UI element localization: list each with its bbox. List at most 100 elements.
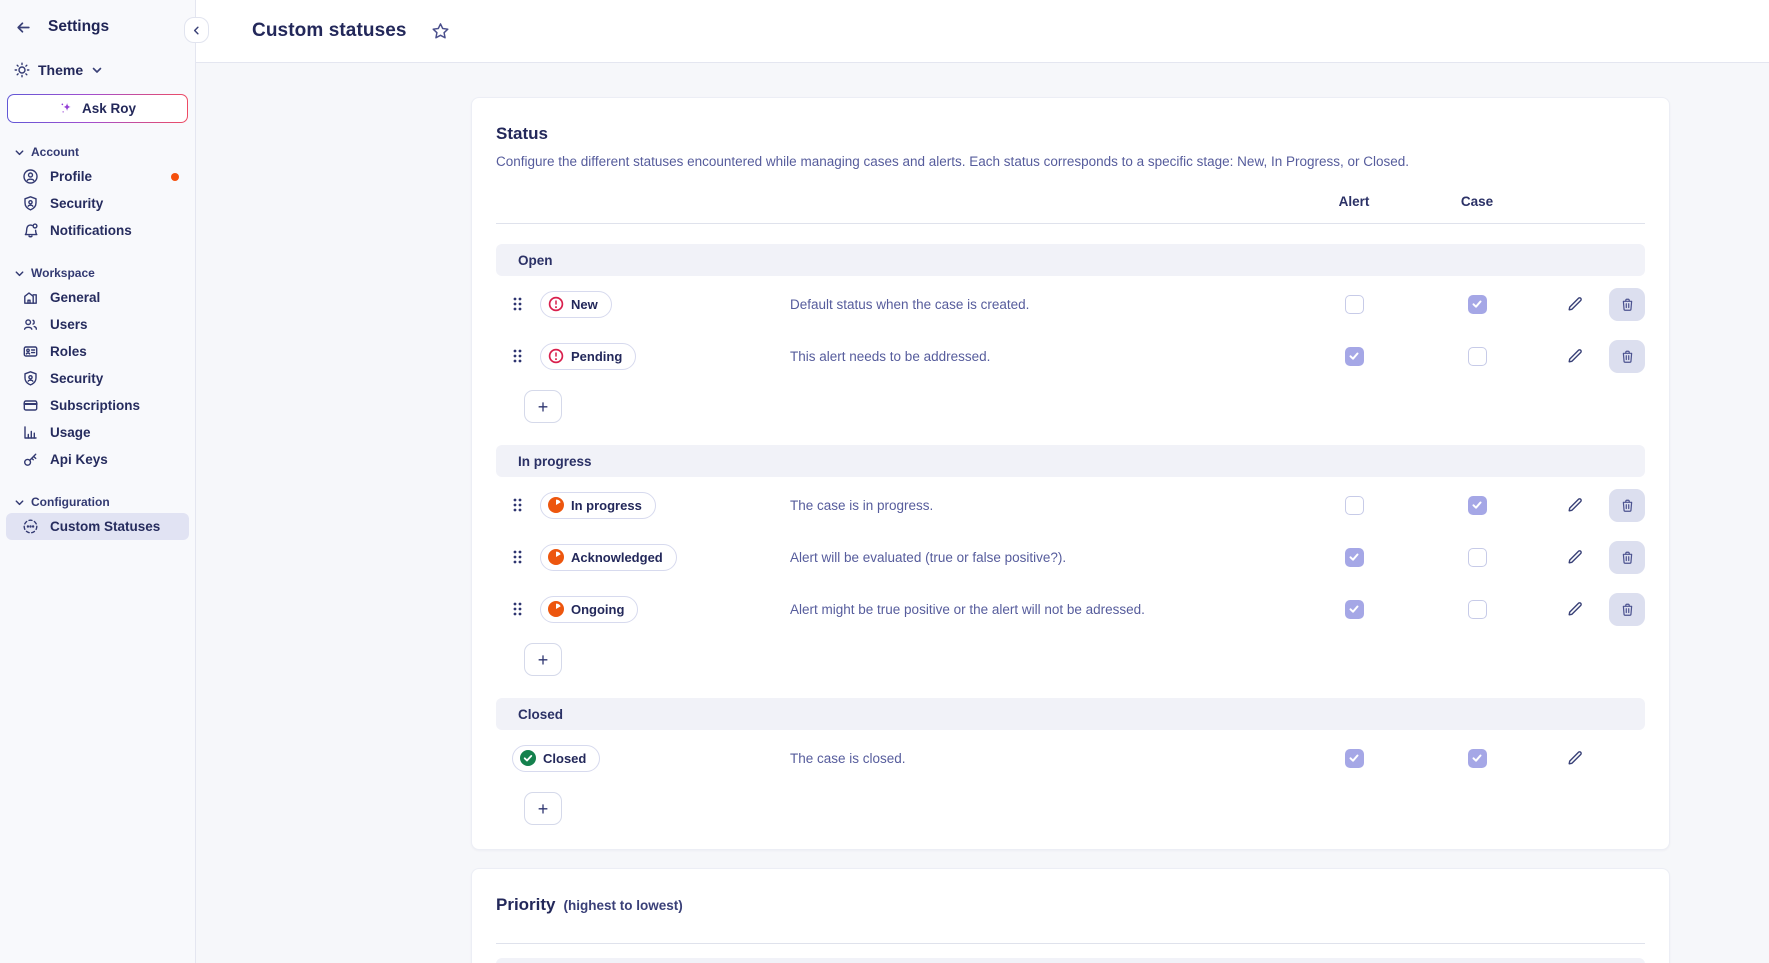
status-badge[interactable]: Pending bbox=[540, 343, 636, 370]
case-checkbox[interactable] bbox=[1468, 548, 1487, 567]
back-button[interactable] bbox=[15, 19, 32, 36]
collapse-sidebar-button[interactable] bbox=[184, 17, 209, 43]
priority-card-subtitle: (highest to lowest) bbox=[564, 898, 683, 913]
case-checkbox[interactable] bbox=[1468, 496, 1487, 515]
delete-status-button[interactable] bbox=[1609, 593, 1645, 626]
drag-handle-icon[interactable] bbox=[512, 601, 524, 617]
drag-handle-icon[interactable] bbox=[512, 497, 524, 513]
edit-status-button[interactable] bbox=[1566, 295, 1584, 313]
sidebar-item-label: Usage bbox=[50, 425, 91, 440]
notification-dot bbox=[171, 173, 179, 181]
delete-status-button[interactable] bbox=[1609, 340, 1645, 373]
status-circle-icon bbox=[22, 518, 39, 535]
sidebar-item-label: Custom Statuses bbox=[50, 519, 160, 534]
priority-divider bbox=[496, 943, 1645, 944]
status-row-ongoing: Ongoing Alert might be true positive or … bbox=[496, 585, 1645, 633]
status-row-acknowledged: Acknowledged Alert will be evaluated (tr… bbox=[496, 533, 1645, 581]
sidebar-title: Settings bbox=[48, 18, 109, 36]
settings-sidebar: Settings Theme Ask Roy Account Profile bbox=[0, 0, 196, 963]
trash-icon bbox=[1620, 349, 1635, 364]
status-card: Status Configure the different statuses … bbox=[471, 97, 1670, 850]
progress-pie-icon bbox=[548, 601, 564, 617]
sidebar-item-label: Api Keys bbox=[50, 452, 108, 467]
drag-handle-icon[interactable] bbox=[512, 549, 524, 565]
case-checkbox[interactable] bbox=[1468, 749, 1487, 768]
credit-card-icon bbox=[22, 397, 39, 414]
add-status-button-closed[interactable]: + bbox=[524, 792, 562, 825]
section-label: Account bbox=[31, 145, 79, 159]
sidebar-item-users[interactable]: Users bbox=[6, 311, 189, 338]
alert-checkbox[interactable] bbox=[1345, 347, 1364, 366]
section-toggle-account[interactable]: Account bbox=[0, 141, 195, 163]
group-header-open: Open bbox=[496, 244, 1645, 276]
case-checkbox[interactable] bbox=[1468, 347, 1487, 366]
users-icon bbox=[22, 316, 39, 333]
edit-status-button[interactable] bbox=[1566, 347, 1584, 365]
status-badge[interactable]: Acknowledged bbox=[540, 544, 677, 571]
group-header-closed: Closed bbox=[496, 698, 1645, 730]
delete-status-button[interactable] bbox=[1609, 541, 1645, 574]
column-header-alert: Alert bbox=[1294, 194, 1414, 209]
group-header-in-progress: In progress bbox=[496, 445, 1645, 477]
sidebar-item-security-workspace[interactable]: Security bbox=[6, 365, 189, 392]
drag-handle-icon[interactable] bbox=[512, 296, 524, 312]
sidebar-item-profile[interactable]: Profile bbox=[6, 163, 189, 190]
bar-chart-icon bbox=[22, 424, 39, 441]
sidebar-item-label: Notifications bbox=[50, 223, 132, 238]
trash-icon bbox=[1620, 602, 1635, 617]
alert-checkbox[interactable] bbox=[1345, 295, 1364, 314]
status-card-description: Configure the different statuses encount… bbox=[496, 154, 1645, 169]
status-row-pending: Pending This alert needs to be addressed… bbox=[496, 332, 1645, 380]
status-badge[interactable]: Ongoing bbox=[540, 596, 638, 623]
sidebar-item-label: Security bbox=[50, 196, 103, 211]
sidebar-item-label: General bbox=[50, 290, 100, 305]
sidebar-item-roles[interactable]: Roles bbox=[6, 338, 189, 365]
sidebar-item-subscriptions[interactable]: Subscriptions bbox=[6, 392, 189, 419]
sidebar-item-notifications[interactable]: Notifications bbox=[6, 217, 189, 244]
app-window: Settings Theme Ask Roy Account Profile bbox=[0, 0, 1769, 963]
edit-status-button[interactable] bbox=[1566, 548, 1584, 566]
chevron-down-icon bbox=[91, 64, 103, 76]
shield-icon bbox=[22, 370, 39, 387]
sidebar-item-general[interactable]: General bbox=[6, 284, 189, 311]
add-status-button-in-progress[interactable]: + bbox=[524, 643, 562, 676]
status-badge[interactable]: Closed bbox=[512, 745, 600, 772]
edit-status-button[interactable] bbox=[1566, 600, 1584, 618]
ask-roy-button[interactable]: Ask Roy bbox=[7, 94, 188, 123]
delete-status-button[interactable] bbox=[1609, 489, 1645, 522]
status-card-title: Status bbox=[496, 124, 1645, 144]
priority-card: Priority (highest to lowest) bbox=[471, 868, 1670, 963]
user-circle-icon bbox=[22, 168, 39, 185]
delete-status-button[interactable] bbox=[1609, 288, 1645, 321]
sidebar-item-usage[interactable]: Usage bbox=[6, 419, 189, 446]
alert-checkbox[interactable] bbox=[1345, 600, 1364, 619]
edit-status-button[interactable] bbox=[1566, 749, 1584, 767]
status-description: Default status when the case is created. bbox=[790, 297, 1294, 312]
column-header-case: Case bbox=[1414, 194, 1540, 209]
status-row-in-progress: In progress The case is in progress. bbox=[496, 481, 1645, 529]
edit-status-button[interactable] bbox=[1566, 496, 1584, 514]
sidebar-item-label: Security bbox=[50, 371, 103, 386]
case-checkbox[interactable] bbox=[1468, 295, 1487, 314]
alert-checkbox[interactable] bbox=[1345, 548, 1364, 567]
sidebar-item-custom-statuses[interactable]: Custom Statuses bbox=[6, 513, 189, 540]
trash-icon bbox=[1620, 498, 1635, 513]
sidebar-item-security-account[interactable]: Security bbox=[6, 190, 189, 217]
progress-pie-icon bbox=[548, 497, 564, 513]
favorite-button[interactable] bbox=[431, 22, 450, 41]
status-badge[interactable]: New bbox=[540, 291, 612, 318]
status-badge[interactable]: In progress bbox=[540, 492, 656, 519]
alert-checkbox[interactable] bbox=[1345, 496, 1364, 515]
back-arrow-icon bbox=[15, 19, 32, 36]
drag-handle-icon[interactable] bbox=[512, 348, 524, 364]
section-toggle-configuration[interactable]: Configuration bbox=[0, 491, 195, 513]
column-headers: Alert Case bbox=[496, 179, 1645, 223]
status-description: The case is in progress. bbox=[790, 498, 1294, 513]
add-status-button-open[interactable]: + bbox=[524, 390, 562, 423]
sidebar-item-api-keys[interactable]: Api Keys bbox=[6, 446, 189, 473]
section-toggle-workspace[interactable]: Workspace bbox=[0, 262, 195, 284]
case-checkbox[interactable] bbox=[1468, 600, 1487, 619]
priority-card-title: Priority bbox=[496, 895, 556, 915]
theme-selector[interactable]: Theme bbox=[0, 62, 195, 78]
alert-checkbox[interactable] bbox=[1345, 749, 1364, 768]
